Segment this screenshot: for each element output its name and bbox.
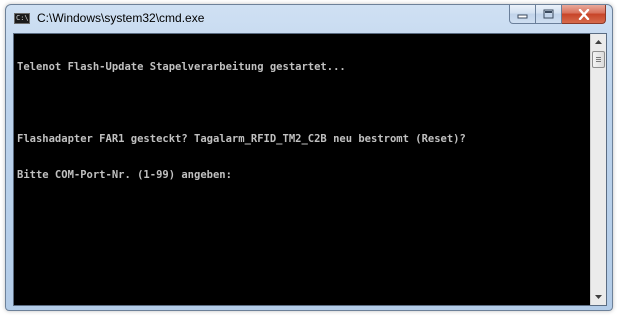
minimize-button[interactable] <box>509 5 536 24</box>
console-line: Bitte COM-Port-Nr. (1-99) angeben: <box>17 169 232 181</box>
close-button[interactable] <box>562 5 606 24</box>
maximize-icon <box>543 9 554 19</box>
window-title: C:\Windows\system32\cmd.exe <box>37 11 205 25</box>
console-area[interactable]: Telenot Flash-Update Stapelverarbeitung … <box>13 33 607 306</box>
console-output[interactable]: Telenot Flash-Update Stapelverarbeitung … <box>14 34 591 305</box>
scroll-down-button[interactable] <box>591 289 606 305</box>
grip-line <box>596 61 601 62</box>
scroll-up-arrow-icon <box>595 40 602 44</box>
cmd-icon-text: C:\ <box>16 14 29 22</box>
cmd-icon[interactable]: C:\ <box>14 13 30 24</box>
grip-line <box>596 59 601 60</box>
window-controls <box>509 5 606 24</box>
scroll-up-button[interactable] <box>591 34 606 50</box>
console-line: Flashadapter FAR1 gesteckt? Tagalarm_RFI… <box>17 133 466 145</box>
title-bar[interactable]: C:\ C:\Windows\system32\cmd.exe <box>6 5 612 32</box>
minimize-icon <box>517 14 528 18</box>
scroll-thumb[interactable] <box>592 51 605 68</box>
console-line: Telenot Flash-Update Stapelverarbeitung … <box>17 61 346 73</box>
cmd-window: C:\ C:\Windows\system32\cmd.exe Telenot … <box>5 4 613 311</box>
scroll-down-arrow-icon <box>595 295 602 299</box>
maximize-button[interactable] <box>536 5 562 24</box>
grip-line <box>596 57 601 58</box>
vertical-scrollbar[interactable] <box>590 34 606 305</box>
close-icon <box>578 8 589 20</box>
